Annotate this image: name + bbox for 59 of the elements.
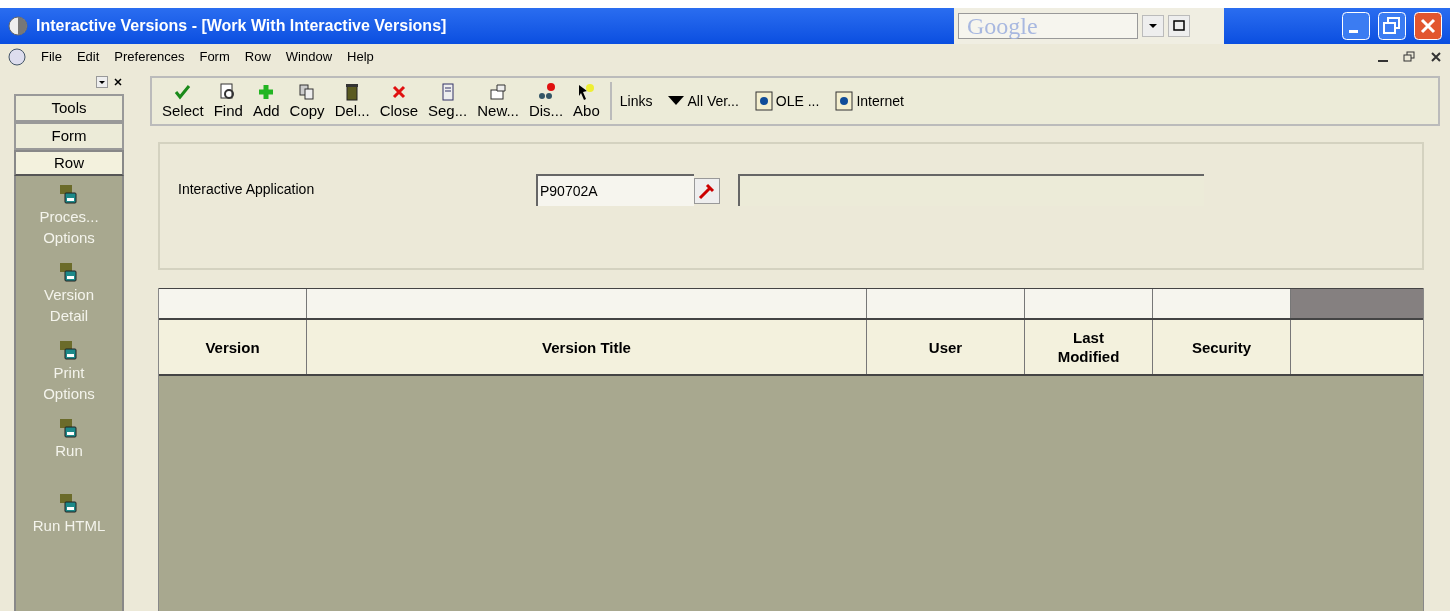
- column-header[interactable]: Security: [1153, 320, 1291, 374]
- document-icon: [835, 91, 854, 111]
- window-title: Interactive Versions - [Work With Interactive Versions]: [36, 16, 447, 36]
- toolbar-button[interactable]: Seg...: [426, 82, 470, 120]
- toolbar-button[interactable]: Abo: [571, 82, 602, 120]
- form-exit-icon: [59, 493, 79, 515]
- form-exit-icon: [59, 340, 79, 362]
- restore-icon[interactable]: [1403, 51, 1415, 63]
- column-header[interactable]: Version: [159, 320, 307, 374]
- application-field[interactable]: P90702A: [536, 174, 694, 206]
- dropdown-icon[interactable]: [96, 76, 108, 88]
- field-label: Interactive Application: [178, 180, 316, 199]
- minimize-icon[interactable]: [1342, 12, 1370, 40]
- column-header[interactable]: User: [867, 320, 1025, 374]
- filter-cell[interactable]: [867, 289, 1025, 318]
- side-tab[interactable]: Tools: [14, 94, 124, 122]
- close-icon[interactable]: [112, 76, 124, 88]
- window-icon: [488, 82, 509, 102]
- filter-cell[interactable]: [1153, 289, 1291, 318]
- cursor-icon: [576, 82, 597, 102]
- side-tab[interactable]: Row: [14, 150, 124, 176]
- menu-item[interactable]: File: [41, 47, 62, 67]
- form-exit-icon: [59, 418, 79, 440]
- column-header[interactable]: Version Title: [307, 320, 867, 374]
- maximize-icon[interactable]: [1168, 15, 1190, 37]
- link-button[interactable]: All Ver...: [668, 90, 739, 112]
- menu-item[interactable]: Row: [244, 47, 271, 67]
- menu-item[interactable]: Preferences: [114, 47, 185, 67]
- visual-assist-icon[interactable]: [694, 178, 720, 204]
- menu-item[interactable]: Edit: [76, 47, 100, 67]
- check-icon: [172, 82, 193, 102]
- filter-cell[interactable]: [1025, 289, 1153, 318]
- toolbar-button[interactable]: Copy: [287, 82, 327, 120]
- form-exit-icon: [59, 184, 79, 206]
- filter-cell[interactable]: [307, 289, 867, 318]
- app-icon: [8, 16, 28, 36]
- dropdown-icon: [668, 96, 685, 106]
- menu-item[interactable]: Window: [285, 47, 333, 67]
- menu-item[interactable]: Help: [347, 47, 374, 67]
- links-button[interactable]: Links: [619, 90, 653, 112]
- menu-item[interactable]: Form: [199, 47, 230, 67]
- toolbar-button[interactable]: Find: [211, 82, 245, 120]
- document-icon: [754, 91, 773, 111]
- toolbar-button[interactable]: Dis...: [526, 82, 566, 120]
- dropdown-icon[interactable]: [1142, 15, 1164, 37]
- form-exit-icon: [59, 262, 79, 284]
- toolbar-button[interactable]: Close: [377, 82, 420, 120]
- link-button[interactable]: OLE ...: [754, 90, 820, 112]
- toolbar-button[interactable]: Select: [160, 82, 206, 120]
- restore-icon[interactable]: [1378, 12, 1406, 40]
- toolbar-button[interactable]: Add: [250, 82, 282, 120]
- toolbar-button[interactable]: Del...: [332, 82, 372, 120]
- link-button[interactable]: Internet: [835, 90, 904, 112]
- close-icon[interactable]: [1430, 51, 1442, 63]
- column-header[interactable]: Last Modified: [1025, 320, 1153, 374]
- toolbar-button[interactable]: New...: [475, 82, 521, 120]
- filter-cell[interactable]: [159, 289, 307, 318]
- globe-icon: [8, 48, 26, 66]
- side-tab[interactable]: Form: [14, 122, 124, 150]
